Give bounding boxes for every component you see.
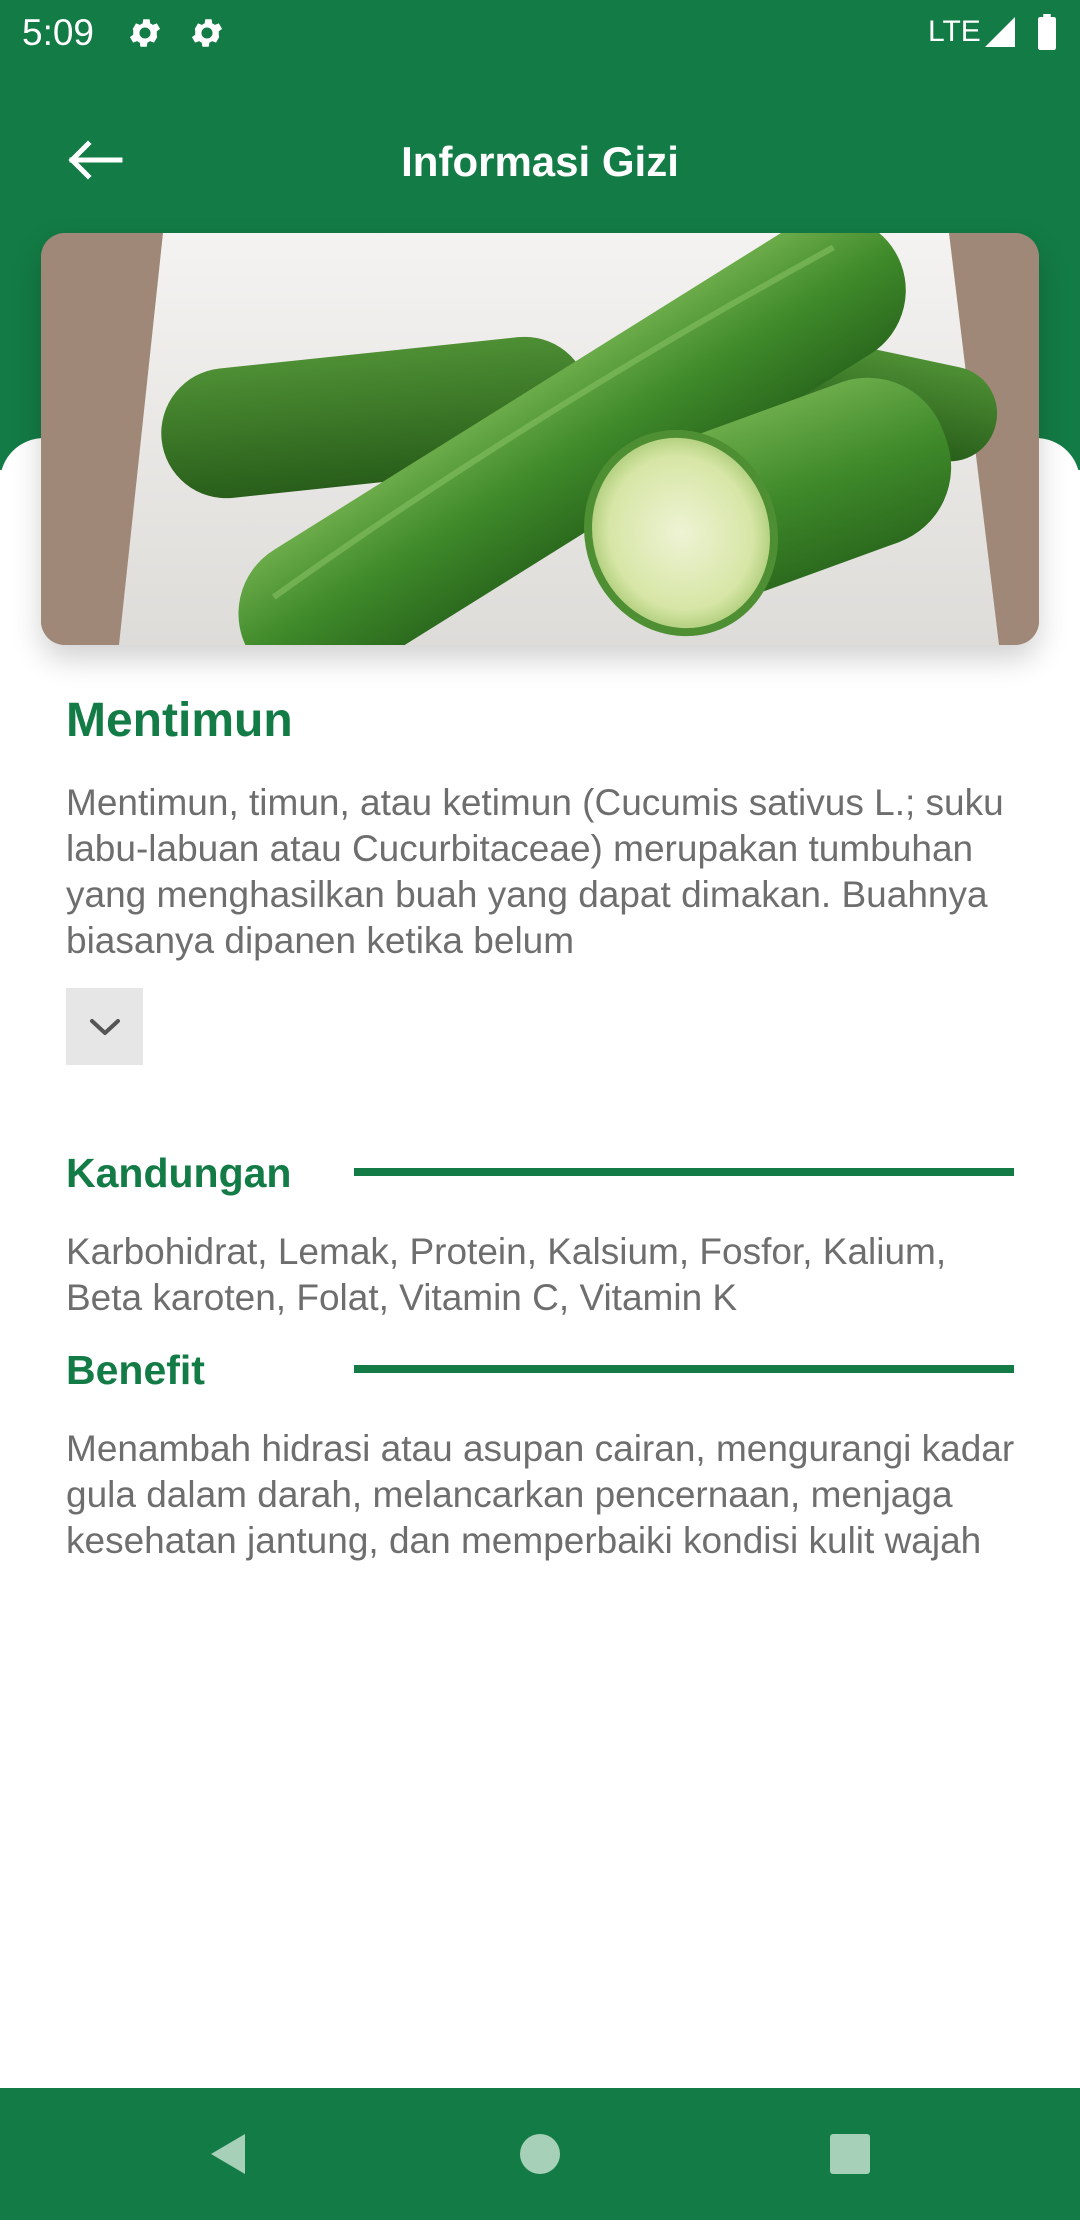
benefit-text: Menambah hidrasi atau asupan cairan, men… [66, 1428, 1015, 1561]
section-divider [354, 1168, 1014, 1176]
section-divider [354, 1365, 1014, 1373]
section-title-kandungan: Kandungan [66, 1150, 292, 1196]
signal-icon [985, 17, 1015, 47]
gear-icon [191, 19, 223, 47]
status-time: 5:09 [22, 12, 95, 53]
page-title: Informasi Gizi [401, 138, 679, 185]
expand-description-button[interactable] [66, 988, 143, 1065]
food-image [41, 233, 1039, 645]
navigation-bar [0, 2088, 1080, 2220]
status-bar: 5:09 LTE [0, 0, 1080, 66]
nav-home-icon [520, 2134, 560, 2174]
chevron-down-icon [89, 1018, 120, 1035]
nav-home-button[interactable] [510, 2124, 570, 2184]
nav-back-button[interactable] [197, 2124, 257, 2184]
nav-back-icon [211, 2134, 245, 2174]
nav-recents-icon [830, 2134, 870, 2174]
gear-icon [129, 19, 161, 47]
food-name: Mentimun [66, 694, 293, 747]
battery-icon [1038, 14, 1056, 50]
cucumber-image [41, 233, 1039, 645]
food-description: Mentimun, timun, atau ketimun (Cucumis s… [66, 782, 1004, 961]
kandungan-text: Karbohidrat, Lemak, Protein, Kalsium, Fo… [66, 1231, 947, 1318]
section-title-benefit: Benefit [66, 1347, 205, 1393]
screen: 5:09 LTE Informasi Gizi Mentimun Mentimu… [0, 0, 1080, 2220]
network-type: LTE [928, 15, 981, 48]
nav-recents-button[interactable] [820, 2124, 880, 2184]
